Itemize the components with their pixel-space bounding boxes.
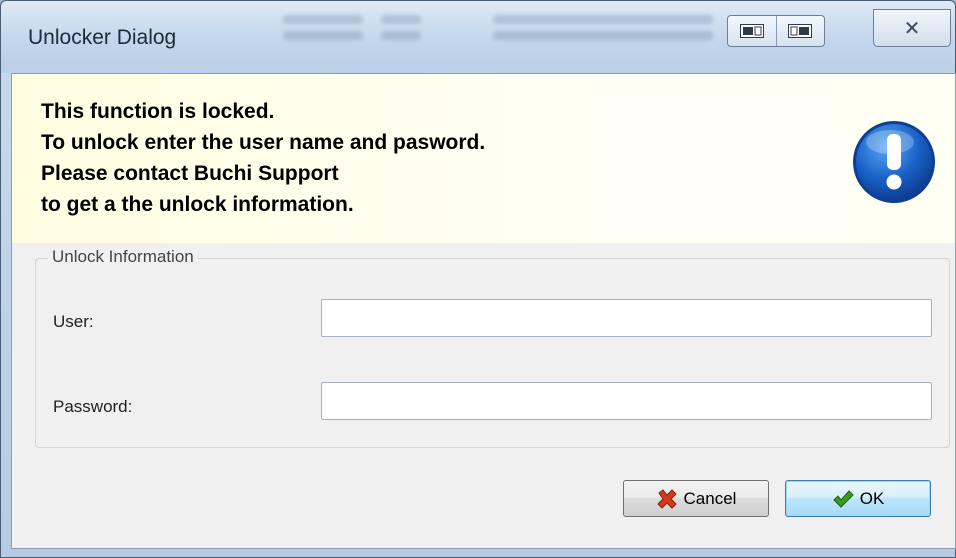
background-blur (381, 31, 421, 40)
password-label: Password: (53, 397, 133, 416)
password-field[interactable] (321, 382, 932, 420)
banner-line: To unlock enter the user name and paswor… (41, 131, 486, 154)
ok-button[interactable]: OK (785, 480, 931, 517)
ok-label: OK (859, 488, 885, 508)
background-blur (283, 15, 363, 24)
user-label: User: (53, 312, 94, 331)
checkmark-icon (833, 489, 854, 508)
group-legend: Unlock Information (48, 247, 198, 267)
background-blur (283, 31, 363, 40)
window-aux-buttons (727, 15, 825, 47)
window-title: Unlocker Dialog (28, 26, 177, 49)
banner-line: Please contact Buchi Support (41, 162, 339, 185)
dock-left-icon (739, 24, 764, 38)
title-bar[interactable]: Unlocker Dialog ✕ (1, 1, 955, 73)
cancel-label: Cancel (683, 488, 737, 508)
background-blur (381, 15, 421, 24)
cancel-x-icon (656, 488, 677, 509)
dock-right-icon (788, 24, 813, 38)
background-blur (493, 15, 713, 24)
banner-message: This function is locked. To unlock enter… (41, 96, 485, 220)
background-blur (493, 31, 713, 40)
banner-line: to get a the unlock information. (41, 193, 354, 216)
dock-right-button[interactable] (775, 16, 825, 46)
dialog-client-area: This function is locked. To unlock enter… (11, 73, 956, 549)
cancel-button[interactable]: Cancel (623, 480, 769, 517)
exclamation-info-icon (853, 121, 935, 203)
banner-line: This function is locked. (41, 100, 275, 123)
user-field[interactable] (321, 299, 932, 337)
dock-left-button[interactable] (728, 16, 776, 46)
dialog-window: Unlocker Dialog ✕ This function is locke… (0, 0, 956, 558)
close-icon: ✕ (903, 17, 921, 40)
warning-banner: This function is locked. To unlock enter… (12, 74, 955, 243)
close-button[interactable]: ✕ (873, 9, 951, 47)
unlock-information-group: Unlock Information User: Password: (35, 247, 950, 448)
